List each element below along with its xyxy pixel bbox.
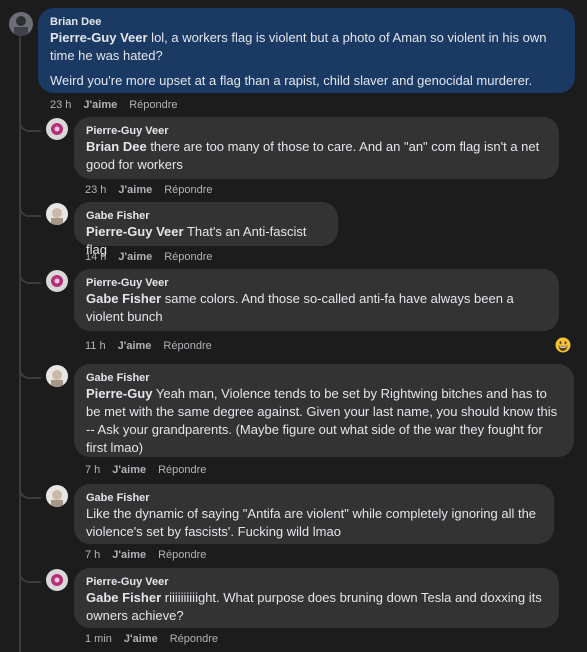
- avatar-brian-dee[interactable]: [9, 12, 33, 36]
- avatar-gabe-fisher[interactable]: [46, 365, 68, 387]
- reply-connector: [19, 485, 41, 499]
- comment-time[interactable]: 23 h: [50, 99, 71, 111]
- comment-time[interactable]: 7 h: [85, 464, 100, 476]
- reply-connector: [19, 203, 41, 217]
- comment-text: Like the dynamic of saying "Antifa are v…: [86, 506, 537, 539]
- reply-connector: [19, 569, 41, 583]
- comment-bubble: Pierre-Guy Veer Gabe Fisher riiiiiiiiiig…: [74, 568, 559, 628]
- comment-author[interactable]: Brian Dee: [50, 15, 563, 29]
- comment-bubble: Pierre-Guy Veer Gabe Fisher same colors.…: [74, 269, 559, 331]
- reply-button[interactable]: Répondre: [158, 549, 206, 561]
- comment-bubble: Gabe Fisher Pierre-Guy Veer That's an An…: [74, 202, 338, 257]
- like-button[interactable]: J'aime: [112, 464, 146, 476]
- comment-text: Brian Dee there are too many of those to…: [86, 139, 540, 172]
- comment-actions: 1 min J'aime Répondre: [85, 633, 218, 645]
- comment-bubble: Gabe Fisher Like the dynamic of saying "…: [74, 484, 554, 544]
- comment-actions: 23 h J'aime Répondre: [50, 99, 178, 111]
- comment-actions: 7 h J'aime Répondre: [85, 464, 206, 476]
- comment-author[interactable]: Gabe Fisher: [86, 371, 562, 385]
- comment-time[interactable]: 1 min: [85, 633, 112, 645]
- like-button[interactable]: J'aime: [118, 340, 152, 352]
- grinning-face-emoji-icon[interactable]: [555, 337, 571, 353]
- avatar-pierre-guy-veer[interactable]: [46, 569, 68, 591]
- reply-button[interactable]: Répondre: [129, 99, 177, 111]
- mention-link[interactable]: Gabe Fisher: [86, 590, 161, 605]
- comment-text: Pierre-Guy Yeah man, Violence tends to b…: [86, 386, 558, 455]
- avatar-gabe-fisher[interactable]: [46, 485, 68, 507]
- comment-actions: 14 h J'aime Répondre: [85, 251, 213, 263]
- comment-bubble: Brian Dee Pierre-Guy Veer lol, a workers…: [38, 8, 575, 93]
- reply-button[interactable]: Répondre: [163, 340, 211, 352]
- like-button[interactable]: J'aime: [118, 251, 152, 263]
- comment-bubble: Gabe Fisher Pierre-Guy Yeah man, Violenc…: [74, 364, 574, 457]
- avatar-gabe-fisher[interactable]: [46, 203, 68, 225]
- comment-actions: 11 h J'aime Répondre: [85, 340, 212, 352]
- comment-actions: 23 h J'aime Répondre: [85, 184, 213, 196]
- comment-text: Gabe Fisher same colors. And those so-ca…: [86, 291, 514, 324]
- reply-connector: [19, 270, 41, 284]
- comment-author[interactable]: Pierre-Guy Veer: [86, 276, 547, 290]
- comment-time[interactable]: 14 h: [85, 251, 106, 263]
- mention-link[interactable]: Brian Dee: [86, 139, 147, 154]
- comment-actions: 7 h J'aime Répondre: [85, 549, 206, 561]
- mention-link[interactable]: Pierre-Guy Veer: [86, 224, 184, 239]
- mention-link[interactable]: Pierre-Guy: [86, 386, 152, 401]
- comment-author[interactable]: Pierre-Guy Veer: [86, 575, 547, 589]
- comment-text: Gabe Fisher riiiiiiiiiight. What purpose…: [86, 590, 542, 623]
- comment-author[interactable]: Pierre-Guy Veer: [86, 124, 547, 138]
- comment-text: Pierre-Guy Veer lol, a workers flag is v…: [50, 30, 547, 88]
- like-button[interactable]: J'aime: [124, 633, 158, 645]
- mention-link[interactable]: Gabe Fisher: [86, 291, 161, 306]
- comment-bubble: Pierre-Guy Veer Brian Dee there are too …: [74, 117, 559, 179]
- comment-time[interactable]: 7 h: [85, 549, 100, 561]
- like-button[interactable]: J'aime: [83, 99, 117, 111]
- reply-connector: [19, 118, 41, 132]
- comment-author[interactable]: Gabe Fisher: [86, 491, 542, 505]
- comment-time[interactable]: 11 h: [85, 340, 106, 352]
- mention-link[interactable]: Pierre-Guy Veer: [50, 30, 148, 45]
- avatar-pierre-guy-veer[interactable]: [46, 118, 68, 140]
- reply-connector: [19, 365, 41, 379]
- avatar-pierre-guy-veer[interactable]: [46, 270, 68, 292]
- like-button[interactable]: J'aime: [118, 184, 152, 196]
- like-button[interactable]: J'aime: [112, 549, 146, 561]
- reply-button[interactable]: Répondre: [170, 633, 218, 645]
- reply-button[interactable]: Répondre: [158, 464, 206, 476]
- comment-author[interactable]: Gabe Fisher: [86, 209, 326, 223]
- reply-button[interactable]: Répondre: [164, 251, 212, 263]
- reply-button[interactable]: Répondre: [164, 184, 212, 196]
- comment-time[interactable]: 23 h: [85, 184, 106, 196]
